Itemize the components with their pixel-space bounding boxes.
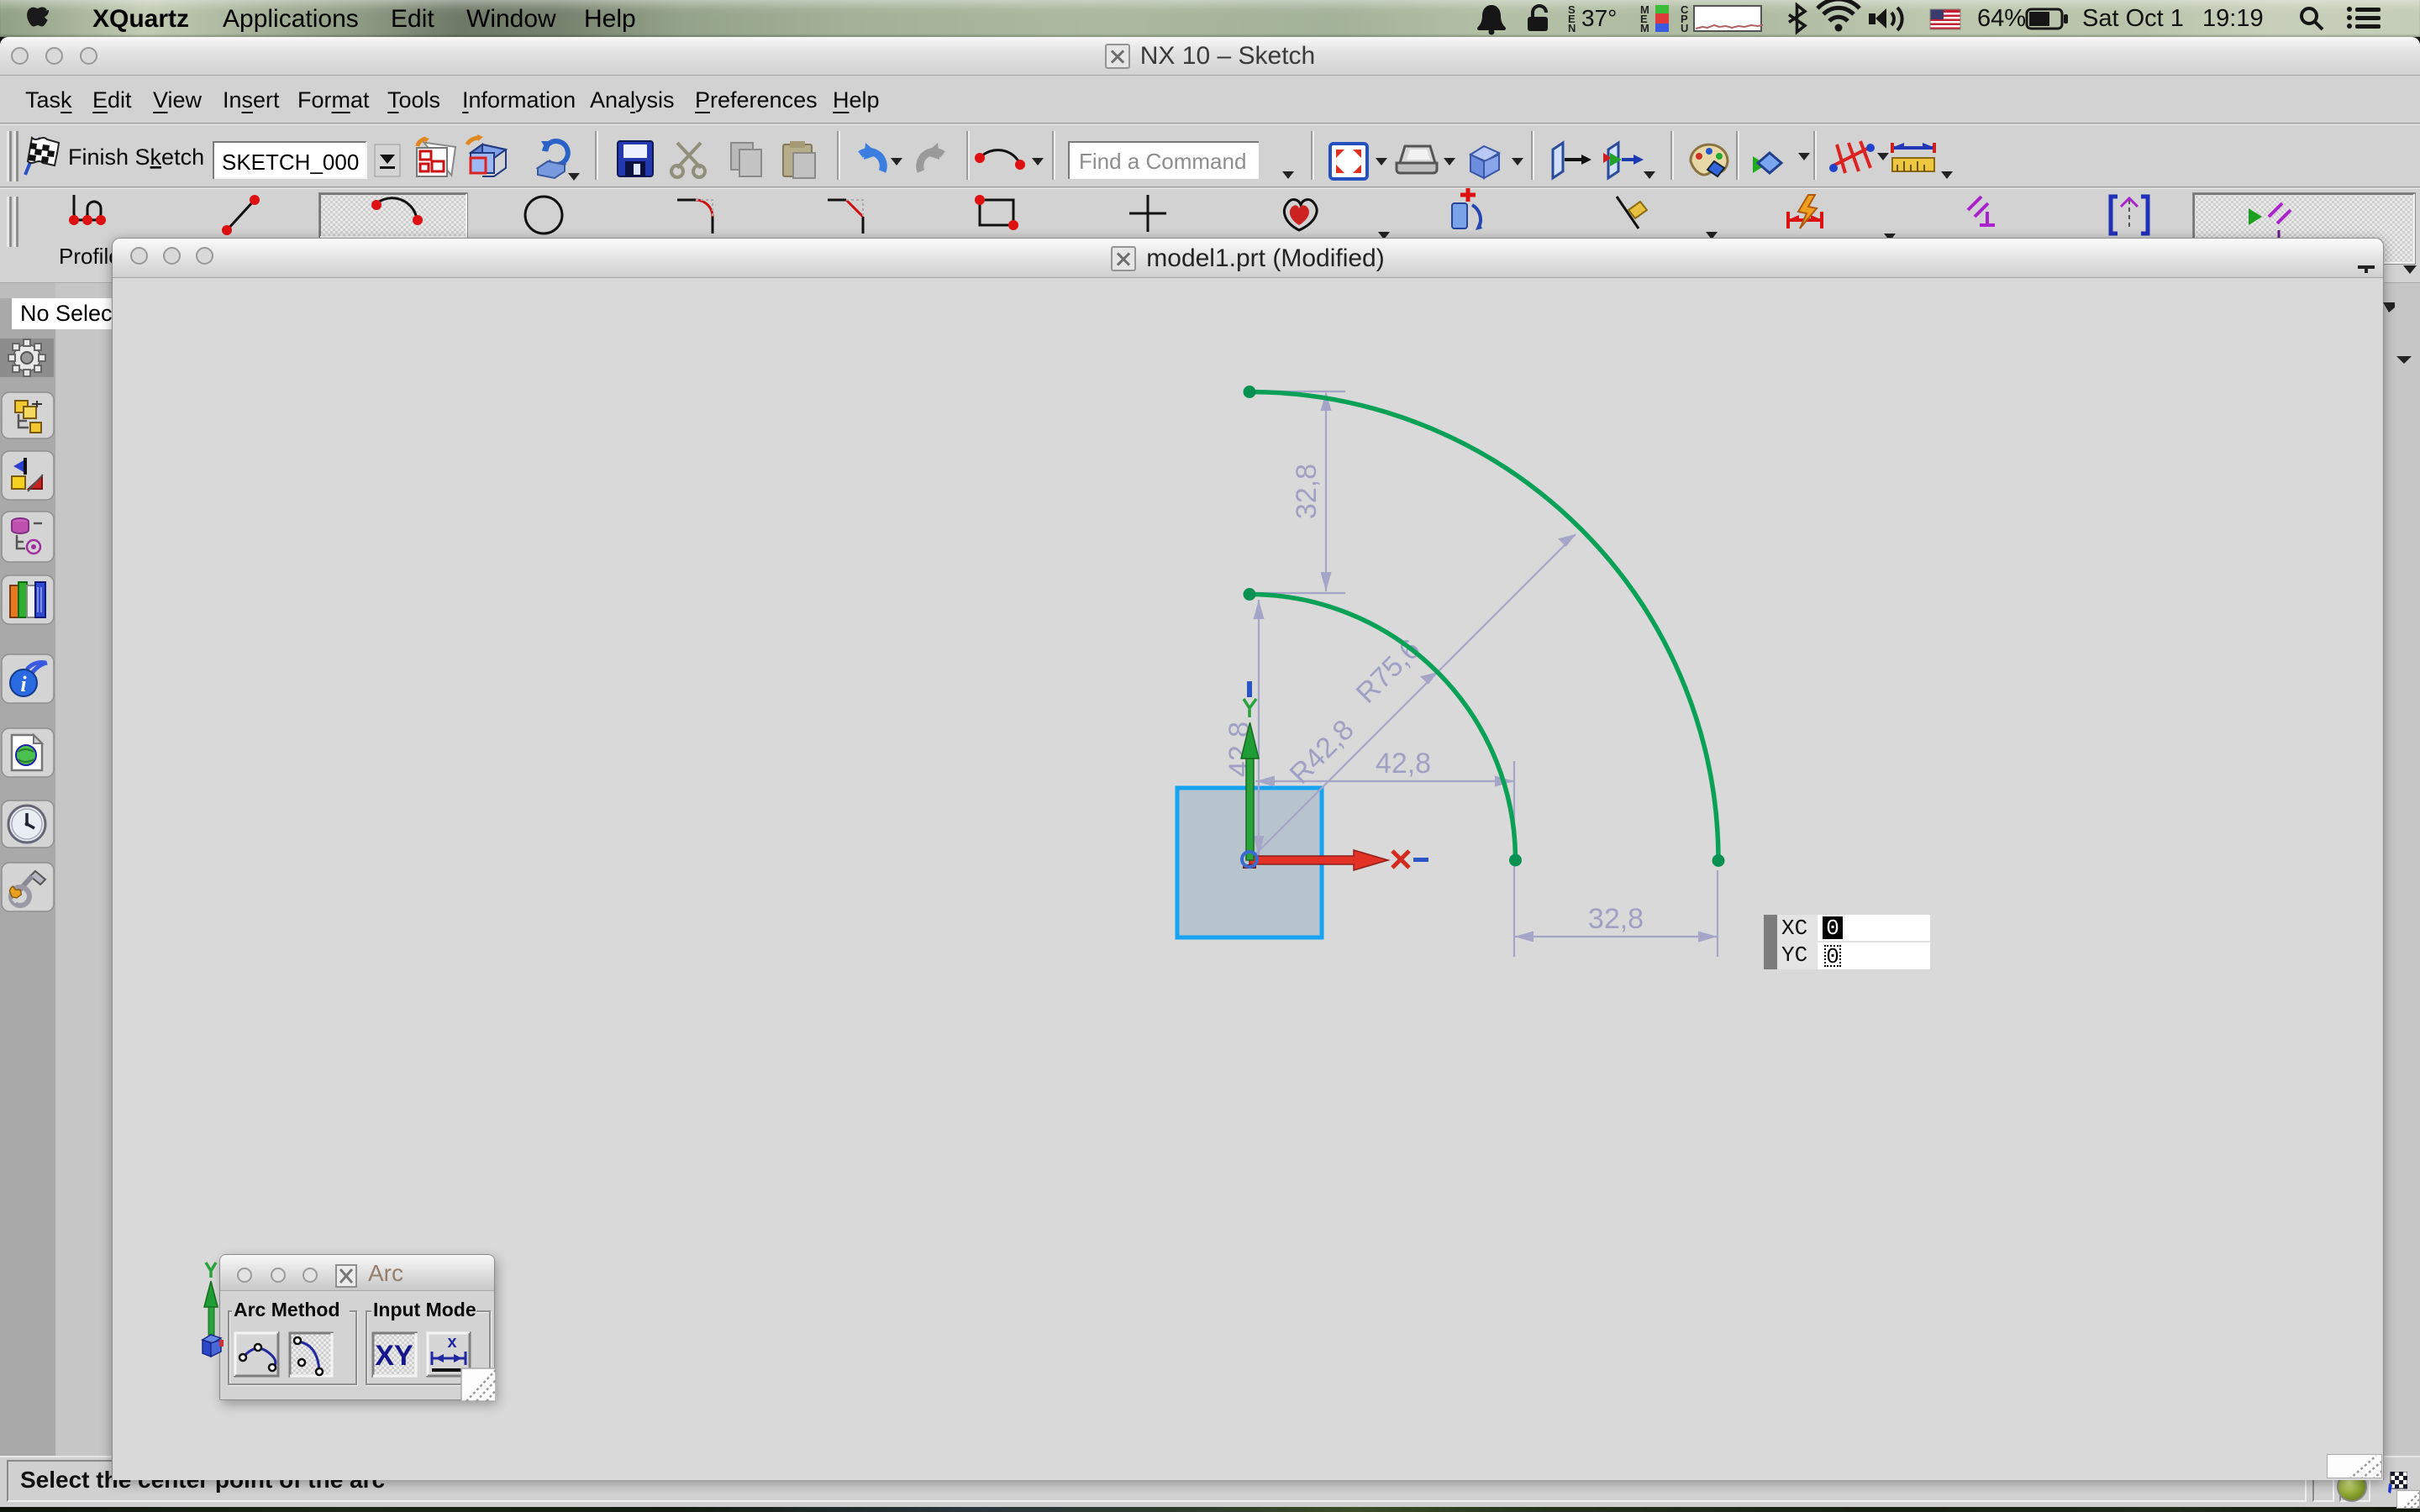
svg-text:M: M: [1640, 22, 1649, 34]
svg-text:37°: 37°: [1581, 5, 1617, 31]
svg-text:32,8: 32,8: [1291, 464, 1323, 519]
svg-text:42,8: 42,8: [1376, 748, 1431, 780]
svg-text:SKETCH_000: SKETCH_000: [222, 150, 359, 175]
svg-text:x: x: [447, 1333, 456, 1352]
svg-text:Input Mode: Input Mode: [373, 1299, 476, 1320]
svg-text:R75,6: R75,6: [1350, 633, 1427, 710]
svg-text:U: U: [1681, 22, 1688, 34]
svg-text:i: i: [20, 672, 27, 696]
svg-text:Find a Command: Find a Command: [1079, 149, 1246, 174]
svg-text:Finish Sketch: Finish Sketch: [68, 144, 204, 170]
svg-text:19:19: 19:19: [2202, 5, 2264, 32]
svg-text:Sat Oct 1: Sat Oct 1: [2082, 5, 2184, 32]
svg-text:XY: XY: [375, 1340, 413, 1372]
svg-text:Arc Method: Arc Method: [234, 1299, 340, 1320]
svg-text:64%: 64%: [1977, 5, 2026, 32]
svg-text:R42,8: R42,8: [1284, 714, 1360, 790]
svg-text:N: N: [1568, 22, 1576, 34]
svg-text:32,8: 32,8: [1588, 903, 1644, 935]
